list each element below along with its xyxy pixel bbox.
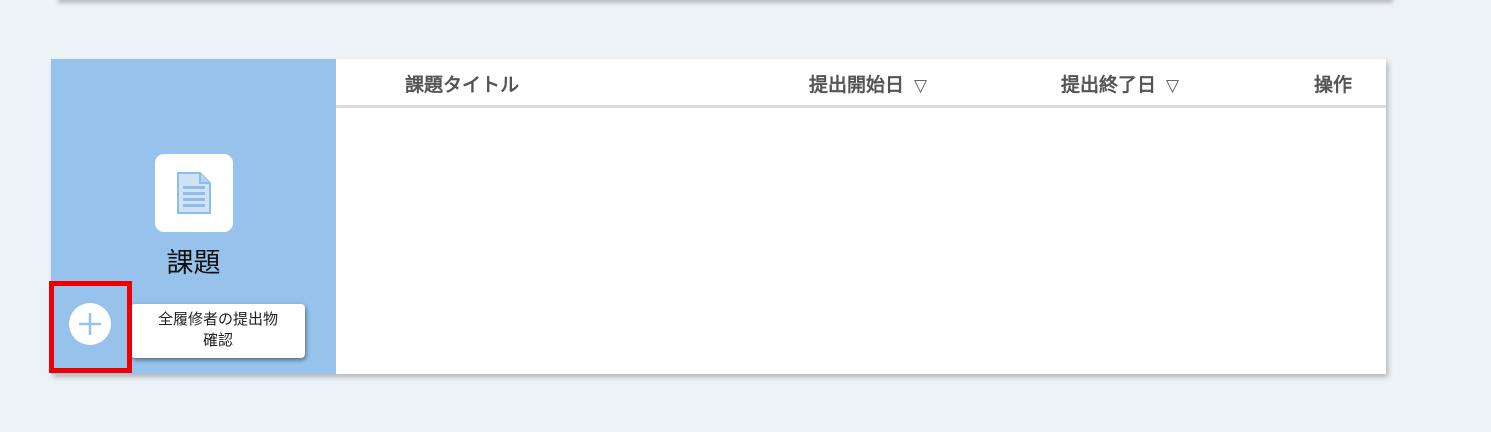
column-actions-label: 操作 <box>1314 74 1353 96</box>
column-actions: 操作 <box>1314 70 1352 97</box>
tooltip-line-1: 全履修者の提出物 <box>157 310 278 328</box>
highlight-box <box>49 281 132 373</box>
column-start-date-label: 提出開始日 <box>809 74 905 96</box>
document-icon <box>155 154 233 232</box>
column-end-date[interactable]: 提出終了日 ▽ <box>1061 70 1179 97</box>
tooltip-line-2: 確認 <box>202 331 233 349</box>
table-header: 課題タイトル 提出開始日 ▽ 提出終了日 ▽ 操作 <box>336 59 1386 108</box>
assignments-panel: 課題 全履修者の提出物 確認 課題タイトル 提出開始日 ▽ 提出終了日 ▽ 操作 <box>51 59 1386 374</box>
column-start-date[interactable]: 提出開始日 ▽ <box>809 70 927 97</box>
sort-icon[interactable]: ▽ <box>1166 76 1179 96</box>
column-title: 課題タイトル <box>405 70 519 97</box>
add-button-tooltip: 全履修者の提出物 確認 <box>131 304 305 358</box>
table-body <box>336 108 1386 374</box>
column-end-date-label: 提出終了日 <box>1061 74 1157 96</box>
assignments-title: 課題 <box>166 248 221 279</box>
column-title-label: 課題タイトル <box>405 74 520 96</box>
sort-icon[interactable]: ▽ <box>914 76 927 96</box>
